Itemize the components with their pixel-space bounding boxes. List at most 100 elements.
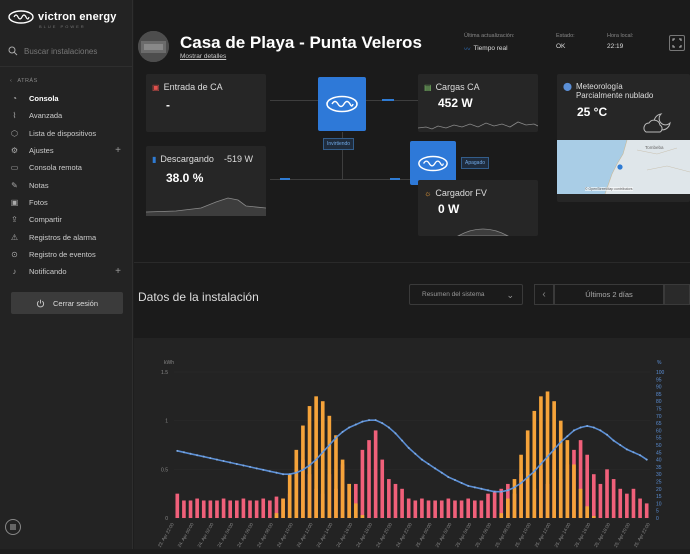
- bar-consumo: [618, 488, 623, 518]
- sidebar-item-label: Consola: [29, 94, 59, 104]
- ac-loads-card[interactable]: ▤ Cargas CA 452 W: [418, 74, 538, 132]
- menu-icon[interactable]: [5, 519, 21, 535]
- range-label[interactable]: Últimos 2 días: [554, 284, 664, 305]
- ac-input-card[interactable]: ▣ Entrada de CA -: [146, 74, 266, 132]
- pv-charger-card[interactable]: ☼ Cargador FV 0 W: [418, 180, 538, 236]
- sidebar: victron energy BLUE POWER Buscar instala…: [0, 0, 133, 549]
- sidebar-item-notas[interactable]: ✎ Notas: [0, 176, 133, 193]
- sidebar-item-label: Lista de dispositivos: [29, 128, 97, 138]
- logout-button[interactable]: Cerrar sesión: [11, 292, 123, 314]
- weather-card[interactable]: ⬤ Meteorología Parcialmente nublado 25 °…: [557, 74, 690, 202]
- view-select-value: Resumen del sistema: [422, 291, 485, 298]
- bar-solar: [572, 464, 576, 518]
- bar-consumo: [268, 500, 272, 518]
- weather-condition: Parcialmente nublado: [575, 91, 654, 100]
- sidebar-item-notificando[interactable]: ♪ Notificando +: [0, 263, 133, 280]
- range-prev-button[interactable]: ‹: [534, 284, 554, 305]
- sidebar-item-registro-de-eventos[interactable]: ⊙ Registro de eventos: [0, 246, 133, 263]
- site-header: Casa de Playa - Punta Veleros Mostrar de…: [134, 0, 690, 66]
- mppt-device[interactable]: [410, 141, 456, 185]
- soc-point: [202, 455, 205, 458]
- bar-consumo: [479, 500, 484, 518]
- bar-consumo: [625, 493, 629, 518]
- soc-point: [506, 489, 509, 492]
- brand-logo[interactable]: victron energy: [8, 10, 117, 24]
- x-tick-label: 24. Apr 06:00: [236, 522, 254, 549]
- y-tick-label: 1: [165, 419, 168, 425]
- soc-point: [513, 486, 516, 489]
- soc-point: [639, 454, 642, 457]
- chart-panel: kWh% 0 0.5 1 1.5 0 5 10 15 20 25 30 35 40 45 50 55 60 65 70…: [134, 338, 690, 549]
- site-photo[interactable]: [138, 31, 169, 62]
- bar-solar: [539, 396, 543, 518]
- bar-solar: [274, 513, 279, 518]
- flow-dot: [280, 178, 290, 180]
- x-tick-label: 25. Apr 00:00: [415, 522, 433, 549]
- sidebar-item-avanzada[interactable]: ⌇ Avanzada: [0, 107, 133, 124]
- soc-point: [539, 462, 542, 465]
- range-next-button[interactable]: [664, 284, 690, 305]
- chevron-down-icon: ⌄: [506, 290, 514, 300]
- x-tick-label: 25. Apr 10:00: [514, 522, 532, 549]
- soc-point: [586, 425, 589, 428]
- inverter-device[interactable]: [318, 77, 366, 131]
- show-details-link[interactable]: Mostrar detalles: [180, 53, 226, 60]
- plug-icon: ▣: [152, 82, 160, 92]
- chevron-left-icon: ‹: [542, 289, 546, 300]
- bar-solar: [525, 430, 530, 518]
- view-select[interactable]: Resumen del sistema ⌄: [409, 284, 523, 305]
- right-axis-label: %: [657, 360, 662, 366]
- sidebar-item-ajustes[interactable]: ⚙ Ajustes +: [0, 142, 133, 159]
- search-box[interactable]: Buscar instalaciones: [8, 46, 97, 56]
- bar-consumo: [611, 479, 616, 518]
- back-button[interactable]: ‹ ATRÁS: [10, 78, 38, 84]
- soc-point: [348, 426, 351, 429]
- bar-consumo: [208, 500, 213, 518]
- fullscreen-icon[interactable]: [669, 35, 685, 51]
- sidebar-item-consola[interactable]: ◔ Consola: [0, 90, 133, 107]
- soc-point: [288, 473, 291, 476]
- x-tick-label: 24. Apr 08:00: [256, 522, 274, 549]
- soc-point: [295, 471, 298, 474]
- x-tick-label: 24. Apr 02:00: [197, 522, 215, 549]
- location-map[interactable]: Tombeba © OpenStreetMap contributors: [557, 140, 690, 194]
- soc-point: [209, 457, 212, 460]
- sidebar-item-registros-de-alarma[interactable]: ⚠ Registros de alarma: [0, 228, 133, 245]
- last-update-label: Última actualización:: [464, 33, 515, 39]
- sidebar-item-fotos[interactable]: ▣ Fotos: [0, 194, 133, 211]
- battery-card[interactable]: ▮ Descargando -519 W 38.0 %: [146, 146, 266, 216]
- search-input[interactable]: Buscar instalaciones: [24, 47, 97, 56]
- status-label: Estado:: [556, 33, 575, 39]
- soc-point: [308, 464, 311, 467]
- soc-point: [354, 423, 357, 426]
- x-tick-label: 24. Apr 22:00: [395, 522, 413, 549]
- sidebar-item-lista-de-dispositivos[interactable]: ⬡ Lista de dispositivos: [0, 125, 133, 142]
- ac-input-value: -: [166, 98, 170, 112]
- soc-point: [546, 455, 549, 458]
- sidebar-item-label: Avanzada: [29, 111, 63, 121]
- page-title: Casa de Playa - Punta Veleros: [180, 33, 422, 52]
- bar-consumo: [459, 500, 464, 518]
- soc-point: [176, 449, 179, 452]
- plus-icon[interactable]: +: [115, 145, 121, 156]
- sidebar-item-compartir[interactable]: ⇪ Compartir: [0, 211, 133, 228]
- plus-icon[interactable]: +: [115, 266, 121, 277]
- battery-power: -519 W: [223, 154, 253, 164]
- sidebar-nav: ◔ Consola ⌇ Avanzada ⬡ Lista de dispositivos ⚙…: [0, 90, 133, 280]
- realtime-icon: 〰: [464, 46, 471, 53]
- victron-logo-icon: [418, 155, 448, 171]
- y2-tick-label: 30: [656, 472, 662, 478]
- x-tick-label: 24. Apr 10:00: [276, 522, 294, 549]
- sidebar-item-label: Consola remota: [29, 163, 82, 173]
- x-tick-label: 25. Apr 20:00: [613, 522, 631, 549]
- y2-tick-label: 0: [656, 516, 659, 522]
- bar-consumo: [380, 459, 385, 518]
- sidebar-item-label: Notificando: [29, 267, 67, 277]
- sidebar-item-label: Registros de alarma: [29, 232, 97, 242]
- soc-point: [572, 429, 575, 432]
- speedometer-icon: ◔: [12, 94, 17, 104]
- soc-point: [361, 420, 364, 423]
- sidebar-item-consola-remota[interactable]: ▭ Consola remota: [0, 159, 133, 176]
- bar-consumo: [426, 500, 431, 518]
- bar-solar: [287, 474, 292, 518]
